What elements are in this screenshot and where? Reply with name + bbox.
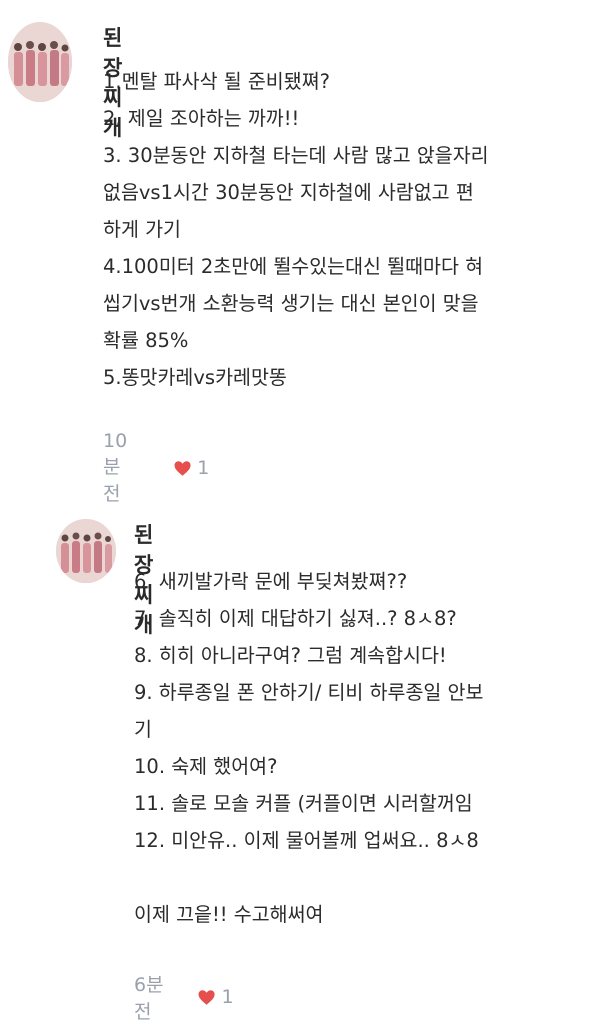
comment-line: 10. 숙제 했어여? xyxy=(134,755,278,778)
comment-line: 9. 하루종일 폰 안하기/ 티비 하루종일 안보 xyxy=(134,681,484,704)
avatar[interactable] xyxy=(8,22,72,102)
heart-icon[interactable] xyxy=(174,455,191,482)
comment-body: 1.멘탈 파사삭 될 준비됐쪄? 2. 제일 조아하는 까까!! 3. 30분동… xyxy=(103,63,603,396)
comment-meta: 6분 전 1 xyxy=(134,970,234,1024)
comment-time: 6분 전 xyxy=(134,974,164,1023)
comment-line: 11. 솔로 모솔 커플 (커플이면 시러할꺼임 xyxy=(134,792,473,815)
comment-line: 4.100미터 2초만에 뛸수있는대신 뛸때마다 혀 xyxy=(103,255,484,278)
group-photo-avatar xyxy=(56,519,116,583)
comment-line: 없음vs1시간 30분동안 지하철에 사람없고 편 xyxy=(103,181,474,204)
comment-line xyxy=(134,859,604,896)
comment-line: 6. 새끼발가락 문에 부딪쳐봤쪄?? xyxy=(134,570,408,593)
heart-icon[interactable] xyxy=(198,984,215,1011)
avatar[interactable] xyxy=(56,519,116,583)
group-photo-avatar xyxy=(8,22,72,102)
comment-line: 3. 30분동안 지하철 타는데 사람 많고 앉을자리 xyxy=(103,144,489,167)
comment-line: 5.똥맛카레vs카레맛똥 xyxy=(103,366,287,389)
comment-line: 씹기vs번개 소환능력 생기는 대신 본인이 맞을 xyxy=(103,292,479,315)
like-count: 1 xyxy=(197,457,210,479)
comment-time: 10분 전 xyxy=(103,430,128,505)
comment-body: 6. 새끼발가락 문에 부딪쳐봤쪄?? 7. 솔직히 이제 대답하기 싫져..?… xyxy=(134,563,604,933)
comment-line: 12. 미안유.. 이제 물어볼께 업써요.. 8ㅅ8 xyxy=(134,829,479,852)
comment-line: 이제 끄읕!! 수고해써여 xyxy=(134,903,324,926)
comment-line: 확률 85% xyxy=(103,329,189,352)
comment-line: 1.멘탈 파사삭 될 준비됐쪄? xyxy=(103,70,330,93)
like-count: 1 xyxy=(221,986,234,1008)
comment-meta: 10분 전 1 xyxy=(103,430,209,506)
comment-line: 기 xyxy=(134,718,152,741)
comment-line: 2. 제일 조아하는 까까!! xyxy=(103,107,300,130)
comment-line: 하게 가기 xyxy=(103,218,181,241)
comment-line: 7. 솔직히 이제 대답하기 싫져..? 8ㅅ8? xyxy=(134,607,457,630)
comment-line: 8. 히히 아니라구여? 그럼 계속합시다! xyxy=(134,644,447,667)
